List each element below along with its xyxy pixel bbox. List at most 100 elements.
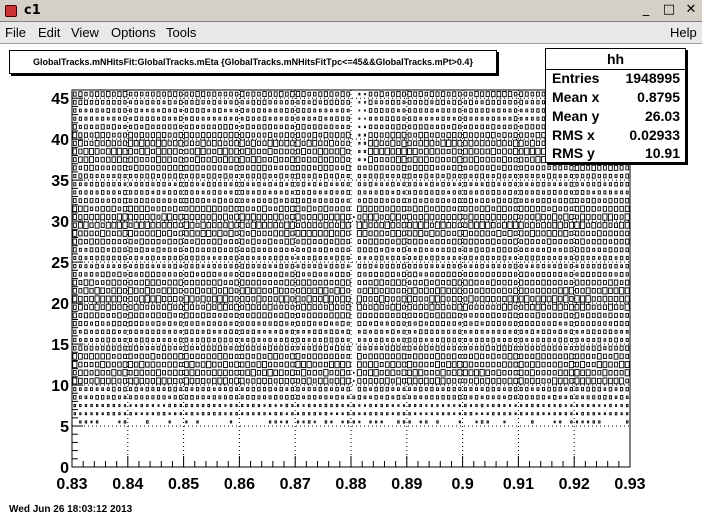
histogram-box [324,329,328,334]
histogram-box [285,387,289,391]
histogram-box [340,353,345,359]
histogram-box [167,369,172,376]
histogram-box [513,230,518,237]
histogram-box [341,182,345,187]
histogram-box [106,182,110,187]
x-tick-label: 0.84 [112,476,143,493]
histogram-box [463,100,467,105]
histogram-box [206,173,211,179]
histogram-box [134,247,138,253]
histogram-box [106,238,111,245]
histogram-box [391,108,395,113]
histogram-box [284,279,290,286]
histogram-box [229,313,233,318]
histogram-box [626,420,629,424]
histogram-box [84,420,88,424]
histogram-box [480,263,484,269]
histogram-box [156,369,161,377]
histogram-box [407,280,412,285]
histogram-box [162,272,166,277]
histogram-box [223,140,228,146]
histogram-box [575,387,579,392]
histogram-box [435,205,440,212]
histogram-box [395,156,401,164]
plot-title[interactable]: GlobalTracks.mNHitsFit:GlobalTracks.mEta… [9,50,497,74]
histogram-box [446,247,451,253]
histogram-box [72,320,77,327]
histogram-box [217,140,223,147]
histogram-box [307,420,311,424]
histogram-box [229,329,233,335]
histogram-box [407,271,412,278]
histogram-box [274,255,278,261]
histogram-box [458,182,462,186]
histogram-box [541,279,546,286]
histogram-box [496,247,501,253]
histogram-box [145,337,150,343]
histogram-box [469,182,473,187]
histogram-box [217,147,223,155]
histogram-box [234,148,239,155]
histogram-box [156,345,161,351]
histogram-box [335,99,339,105]
histogram-box [385,214,390,220]
histogram-box [323,304,328,310]
histogram-box [519,91,524,97]
histogram-box [497,412,501,416]
histogram-box [362,221,368,229]
histogram-box [301,279,306,286]
histogram-box [234,222,239,229]
histogram-box [134,173,138,179]
histogram-box [318,345,323,351]
histogram-box [441,271,445,277]
histogram-box [323,221,329,229]
histogram-box [101,108,105,113]
histogram-box [423,221,429,229]
histogram-box [374,412,378,416]
histogram-box [379,378,384,384]
histogram-box [206,279,211,286]
histogram-box [106,247,110,252]
histogram-box [296,337,300,343]
histogram-box [101,116,105,121]
histogram-box [89,148,95,155]
histogram-box [301,230,307,237]
histogram-box [285,329,289,334]
histogram-box [228,205,234,212]
histogram-box [95,420,99,424]
histogram-box [346,272,350,277]
histogram-box [340,320,345,327]
histogram-box [341,404,344,407]
histogram-box [250,213,256,221]
stats-box[interactable]: hh Entries 1948995 Mean x 0.8795 Mean y … [545,48,686,163]
histogram-box [425,404,428,407]
histogram-box [251,99,256,105]
histogram-box [547,264,551,269]
histogram-box [268,345,273,351]
histogram-box [268,230,273,237]
histogram-box [374,198,378,203]
histogram-box [324,321,328,327]
y-tick-label: 0 [60,460,69,477]
histogram-box [112,116,116,121]
histogram-box [340,140,345,146]
histogram-box [435,329,440,334]
histogram-box [101,329,105,334]
histogram-box [157,404,160,407]
histogram-box [218,247,222,253]
histogram-box [586,279,591,286]
histogram-box [173,313,177,318]
histogram-box [592,420,595,424]
histogram-box [151,206,155,212]
histogram-box [469,174,473,179]
histogram-box [273,287,279,295]
histogram-box [512,221,519,229]
histogram-box [83,140,88,146]
histogram-box [541,387,546,392]
histogram-box [117,132,122,138]
histogram-box [614,181,618,187]
histogram-box [201,156,206,163]
histogram-box [603,198,607,203]
histogram-box [156,222,161,229]
histogram-box [129,100,133,105]
